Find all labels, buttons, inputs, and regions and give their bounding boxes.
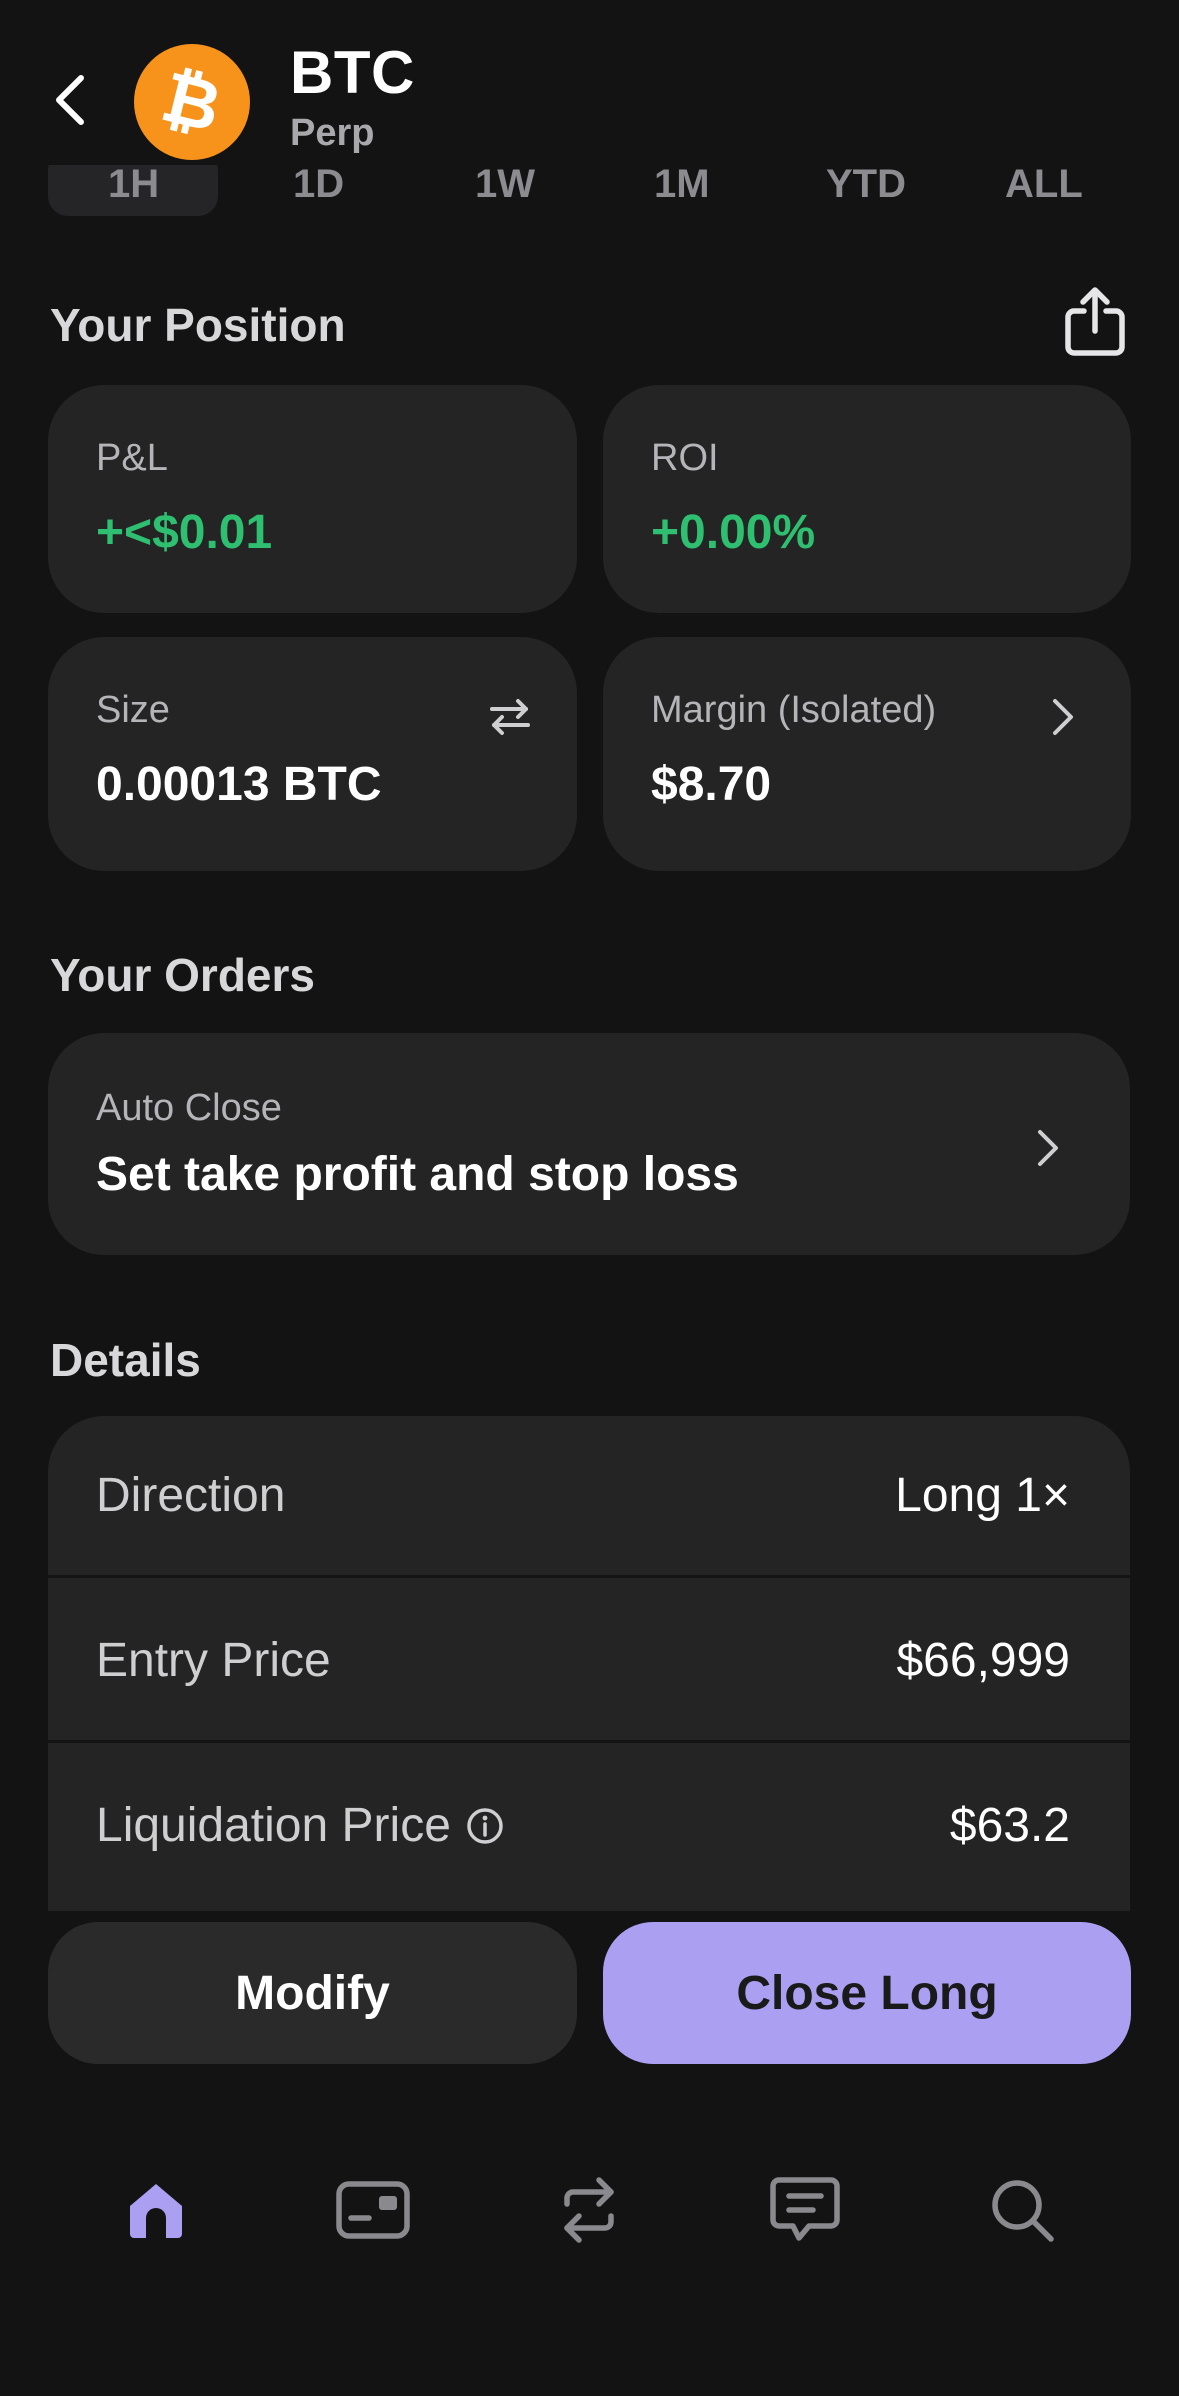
swap-icon — [564, 2177, 614, 2243]
detail-row-direction: Direction Long 1× — [48, 1416, 1130, 1578]
nav-search[interactable] — [977, 2165, 1067, 2255]
pnl-card: P&L +<$0.01 — [48, 385, 577, 613]
nav-home[interactable] — [111, 2165, 201, 2255]
margin-value: $8.70 — [651, 758, 772, 811]
search-icon — [992, 2180, 1054, 2242]
range-tab-1w[interactable]: 1W — [475, 162, 535, 207]
range-tab-1h[interactable]: 1H — [108, 162, 159, 207]
details-table: Direction Long 1× Entry Price $66,999 Li… — [48, 1416, 1130, 1911]
close-long-button[interactable]: Close Long — [603, 1922, 1131, 2064]
header: ₿ BTC Perp — [0, 0, 1179, 165]
orders-heading: Your Orders — [50, 949, 315, 1001]
roi-label: ROI — [651, 437, 719, 479]
range-tab-ytd[interactable]: YTD — [826, 162, 906, 207]
roi-value: +0.00% — [651, 506, 816, 559]
detail-value: $63.2 — [949, 1799, 1070, 1852]
detail-value: Long 1× — [895, 1469, 1070, 1522]
detail-row-entry-price: Entry Price $66,999 — [48, 1581, 1130, 1743]
size-value: 0.00013 BTC — [96, 758, 382, 811]
chevron-left-icon — [56, 75, 84, 125]
details-heading: Details — [50, 1334, 201, 1386]
roi-card: ROI +0.00% — [603, 385, 1131, 613]
auto-close-card[interactable]: Auto Close Set take profit and stop loss — [48, 1033, 1130, 1255]
size-label: Size — [96, 689, 170, 731]
auto-close-label: Auto Close — [96, 1087, 282, 1129]
position-screen: 1H 1D 1W 1M YTD ALL ₿ BTC Perp Your Posi… — [0, 0, 1179, 2396]
detail-value: $66,999 — [896, 1634, 1070, 1687]
page-title: BTC — [290, 39, 415, 106]
range-tab-all[interactable]: ALL — [1005, 162, 1083, 207]
margin-label: Margin (Isolated) — [651, 689, 937, 731]
back-button[interactable] — [48, 70, 92, 130]
home-icon — [130, 2184, 182, 2238]
toggle-unit-button[interactable] — [480, 687, 540, 747]
bitcoin-glyph: ₿ — [154, 55, 230, 149]
pnl-label: P&L — [96, 437, 168, 479]
range-tab-1d[interactable]: 1D — [293, 162, 344, 207]
detail-label: Direction — [96, 1469, 286, 1522]
size-card: Size 0.00013 BTC — [48, 637, 577, 871]
detail-label: Liquidation Price — [96, 1799, 451, 1852]
share-icon — [1065, 287, 1125, 356]
chevron-right-icon — [1038, 1130, 1058, 1166]
range-tab-1m[interactable]: 1M — [654, 162, 710, 207]
modify-button[interactable]: Modify — [48, 1922, 577, 2064]
nav-wallet[interactable] — [328, 2165, 418, 2255]
detail-row-liquidation-price: Liquidation Price $63.2 — [48, 1746, 1130, 1908]
margin-chevron — [1033, 687, 1093, 747]
nav-chat[interactable] — [760, 2165, 850, 2255]
bottom-nav — [0, 2140, 1179, 2270]
info-icon[interactable] — [465, 1806, 505, 1846]
position-heading: Your Position — [50, 299, 346, 351]
wallet-icon — [336, 2181, 410, 2239]
chevron-right-icon — [1053, 699, 1073, 735]
swap-arrows-icon — [490, 699, 530, 735]
chat-icon — [770, 2177, 840, 2241]
detail-label-wrap: Liquidation Price — [96, 1798, 505, 1853]
pnl-value: +<$0.01 — [96, 506, 273, 559]
detail-label: Entry Price — [96, 1634, 331, 1687]
auto-close-chevron — [1018, 1118, 1078, 1178]
nav-swap[interactable] — [544, 2165, 634, 2255]
page-subtitle: Perp — [290, 112, 375, 154]
auto-close-value: Set take profit and stop loss — [96, 1148, 739, 1201]
bitcoin-logo-icon: ₿ — [134, 44, 250, 160]
share-button[interactable] — [1062, 285, 1128, 359]
margin-card[interactable]: Margin (Isolated) $8.70 — [603, 637, 1131, 871]
